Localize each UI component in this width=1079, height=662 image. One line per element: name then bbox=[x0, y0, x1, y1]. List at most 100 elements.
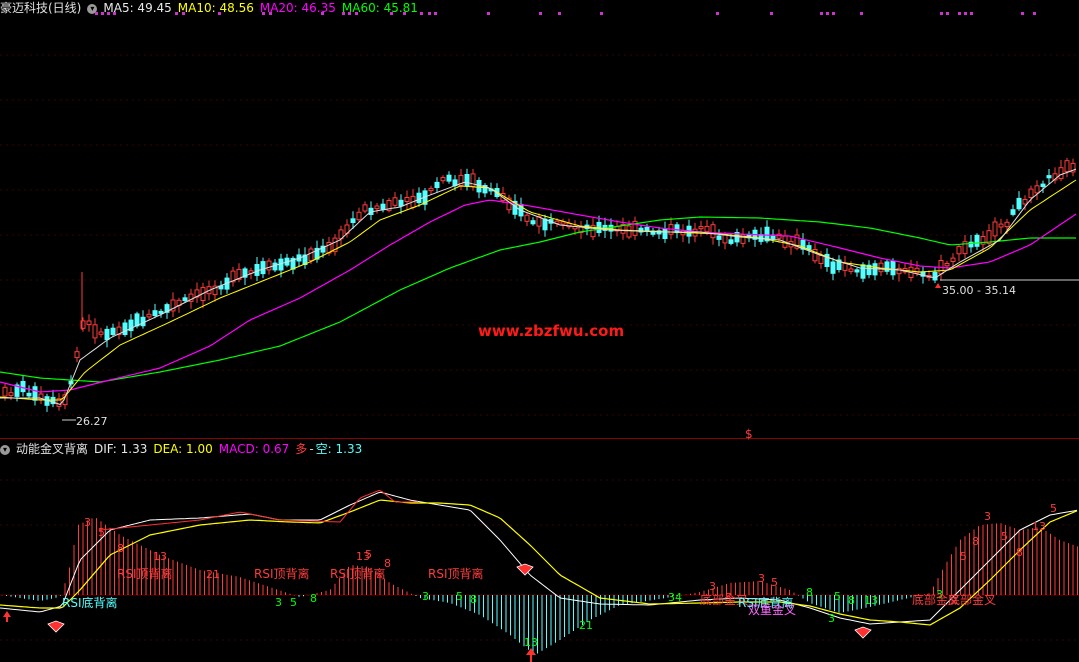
candle-body bbox=[890, 260, 896, 276]
candle-body bbox=[1016, 197, 1022, 210]
number-label: 13 bbox=[153, 550, 167, 563]
candle-body bbox=[110, 327, 116, 336]
signal-marker bbox=[269, 12, 272, 15]
signal-marker bbox=[958, 12, 961, 15]
signal-label: RSI底背离 bbox=[62, 595, 118, 610]
candle-body bbox=[374, 205, 380, 210]
signal-marker bbox=[716, 12, 719, 15]
candle-body bbox=[272, 262, 278, 271]
number-label: 3 bbox=[275, 596, 282, 609]
up-arrow-icon bbox=[6, 617, 8, 622]
candle-body bbox=[122, 322, 128, 335]
candle-body bbox=[698, 226, 704, 230]
candle-body bbox=[1034, 185, 1040, 194]
diamond-icon bbox=[854, 626, 872, 639]
up-arrow-icon bbox=[935, 283, 941, 288]
signal-marker bbox=[860, 12, 863, 15]
number-label: 5 bbox=[834, 590, 841, 603]
number-label: 5 bbox=[456, 590, 463, 603]
candle-body bbox=[26, 392, 32, 397]
up-arrow-icon bbox=[3, 611, 11, 617]
signal-marker bbox=[487, 12, 490, 15]
ma60-line bbox=[0, 216, 1076, 383]
number-label: 8 bbox=[310, 592, 317, 605]
candle-body bbox=[1010, 209, 1016, 215]
signal-marker bbox=[820, 12, 823, 15]
signal-marker bbox=[434, 12, 437, 15]
candle-body bbox=[992, 221, 998, 237]
candle-body bbox=[380, 203, 386, 210]
number-label: 3 bbox=[709, 580, 716, 593]
candle-body bbox=[728, 239, 734, 244]
candle-body bbox=[530, 220, 536, 225]
signal-marker bbox=[390, 12, 393, 15]
signal-marker bbox=[940, 12, 943, 15]
candle-body bbox=[710, 224, 716, 239]
signal-marker bbox=[95, 12, 98, 15]
candlesticks bbox=[2, 157, 1076, 412]
signal-marker bbox=[600, 12, 603, 15]
up-arrow-icon bbox=[526, 648, 536, 655]
candle-body bbox=[416, 192, 422, 204]
candle-body bbox=[1028, 188, 1034, 199]
candle-body bbox=[140, 316, 146, 327]
candle-body bbox=[896, 267, 902, 275]
chart-canvas: 26.27 35.00 - 35.14 www.zbzfwu.com $ 3 5… bbox=[0, 12, 1079, 662]
candle-body bbox=[1004, 221, 1010, 228]
number-label: 13 bbox=[864, 594, 878, 607]
candle-body bbox=[446, 174, 452, 182]
candle-body bbox=[1058, 167, 1064, 180]
macd-histogram bbox=[1, 518, 1078, 654]
candle-body bbox=[92, 324, 98, 339]
candle-body bbox=[428, 187, 434, 192]
candle-body bbox=[1022, 199, 1028, 205]
candle-body bbox=[254, 264, 260, 276]
top-signal-markers bbox=[95, 12, 1036, 15]
candle-body bbox=[350, 218, 356, 224]
candle-body bbox=[542, 218, 548, 231]
number-label: 3 bbox=[758, 572, 765, 585]
candle-body bbox=[104, 328, 110, 341]
dollar-mark: $ bbox=[745, 427, 753, 441]
diamond-icon bbox=[516, 563, 534, 576]
candle-body bbox=[842, 263, 848, 271]
number-label: 8 bbox=[806, 586, 813, 599]
candle-body bbox=[854, 269, 860, 273]
candle-body bbox=[944, 263, 950, 267]
signal-marker bbox=[262, 12, 265, 15]
signal-label: RSI顶背离 bbox=[254, 566, 310, 581]
candle-body bbox=[362, 204, 368, 212]
range-label: 35.00 - 35.14 bbox=[942, 284, 1016, 297]
signal-marker bbox=[826, 12, 829, 15]
signal-marker bbox=[342, 12, 345, 15]
number-label: 5 bbox=[365, 548, 372, 561]
signal-marker bbox=[539, 12, 542, 15]
number-label: 3 bbox=[828, 612, 835, 625]
number-label: 5 bbox=[771, 576, 778, 589]
candle-body bbox=[524, 214, 530, 222]
number-label: 3 bbox=[84, 516, 91, 529]
candle-body bbox=[998, 223, 1004, 228]
candle-body bbox=[950, 257, 956, 263]
candle-body bbox=[974, 234, 980, 247]
watermark-text: www.zbzfwu.com bbox=[478, 322, 624, 340]
candle-body bbox=[626, 225, 632, 238]
candle-body bbox=[74, 351, 80, 359]
signal-marker bbox=[107, 12, 110, 15]
number-label: 21 bbox=[206, 568, 220, 581]
candle-body bbox=[134, 313, 140, 327]
candle-body bbox=[356, 211, 362, 221]
candle-body bbox=[1046, 175, 1052, 179]
candle-body bbox=[398, 199, 404, 207]
candle-body bbox=[674, 224, 680, 234]
candle-body bbox=[146, 313, 152, 318]
candle-body bbox=[8, 392, 14, 397]
number-label: 5 bbox=[98, 526, 105, 539]
ma5-line bbox=[0, 168, 1077, 405]
candle-body bbox=[704, 225, 710, 233]
signal-marker bbox=[946, 12, 949, 15]
signal-label: 双重金叉 bbox=[748, 602, 796, 617]
signal-label: 底部金叉 bbox=[948, 592, 996, 607]
number-label: 13 bbox=[524, 636, 538, 649]
candle-body bbox=[860, 264, 866, 279]
